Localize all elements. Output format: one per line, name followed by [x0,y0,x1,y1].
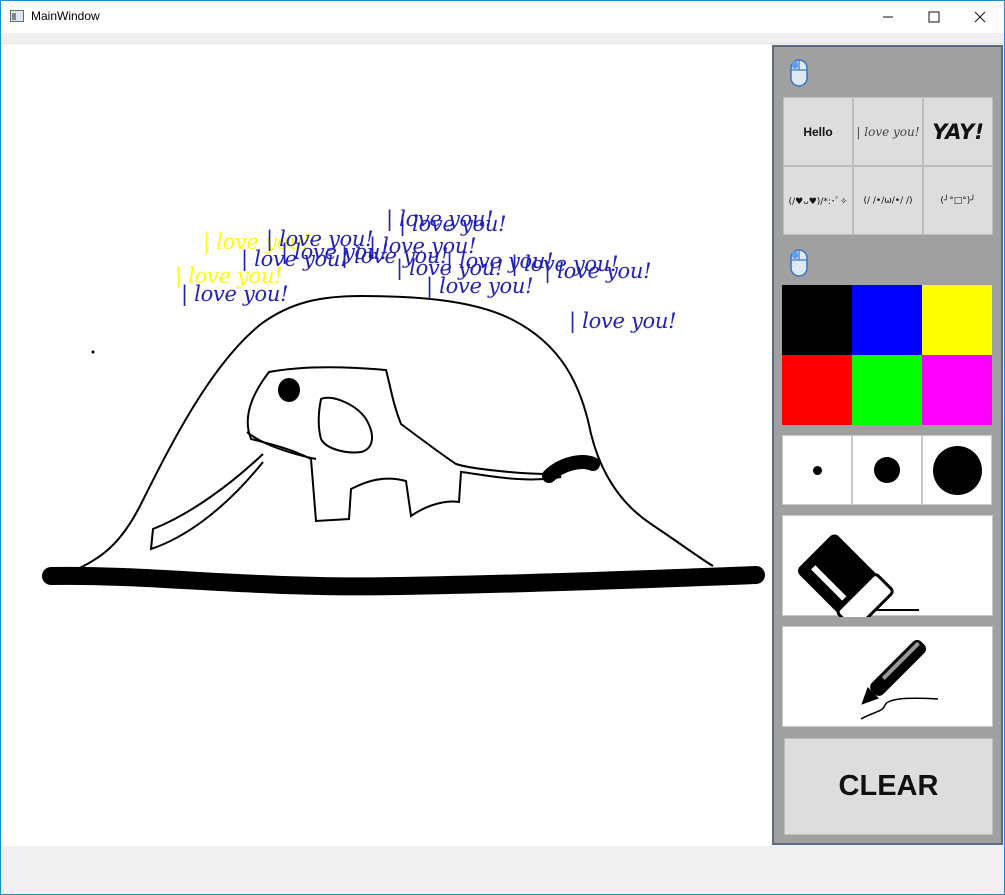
stamp-yay-button[interactable]: YAY! [923,97,993,166]
small-dot-icon [812,465,822,475]
maximize-button[interactable] [911,1,957,33]
drawing-strokes [42,294,765,596]
large-dot-icon [932,445,982,495]
canvas-text-stamp: | love you! [399,212,507,236]
stamp-label: Hello [803,124,833,139]
color-swatch-blue[interactable] [852,285,922,355]
brush-size-small-button[interactable] [782,435,852,505]
canvas-text-stamp: | love you! [181,282,289,306]
color-swatch-magenta[interactable] [922,355,992,425]
close-button[interactable] [957,1,1003,33]
mouse-icon [790,59,808,87]
pen-button[interactable] [782,626,993,727]
minimize-button[interactable] [865,1,911,33]
title-bar[interactable]: MainWindow [1,1,1004,33]
stamp-label: YAY! [932,119,984,144]
eraser-button[interactable] [782,515,993,631]
color-swatch-yellow[interactable] [922,285,992,355]
app-window-icon [10,10,24,22]
canvas-text-stamp: | love you! [569,309,677,333]
eraser-icon [797,534,919,631]
stamp-hello-button[interactable]: Hello [783,97,853,166]
color-swatch-green[interactable] [852,355,922,425]
stamp-label: (/ /•/ω/•/ /) [863,195,913,206]
color-swatch-red[interactable] [782,355,852,425]
stamp-label: | love you! [856,124,920,139]
mouse-icon [790,249,808,277]
stamp-kaomoji-3-button[interactable]: (╯°□°)╯ [923,166,993,235]
clear-button[interactable]: CLEAR [784,738,993,835]
window-title: MainWindow [31,9,100,23]
main-window: MainWindow | love you! | love you! | lov… [0,0,1005,895]
stamp-label: (/♥ᴗ♥)/*:･ﾟ✧ [788,197,848,207]
medium-dot-icon [874,457,900,483]
stamp-love-button[interactable]: | love you! [853,97,923,166]
status-bar [1,846,1004,894]
close-icon [974,11,986,23]
pen-icon [860,640,939,720]
color-swatch-black[interactable] [782,285,852,355]
stamp-label: (╯°□°)╯ [940,195,976,206]
maximize-icon [928,11,940,23]
drawing-canvas[interactable]: | love you! | love you! | love you! | lo… [1,44,772,846]
stamp-kaomoji-1-button[interactable]: (/♥ᴗ♥)/*:･ﾟ✧ [783,166,853,235]
brush-size-large-button[interactable] [922,435,992,505]
stamp-kaomoji-2-button[interactable]: (/ /•/ω/•/ /) [853,166,923,235]
tool-panel: Hello | love you! YAY! (/♥ᴗ♥)/*:･ﾟ✧ (/ /… [772,45,1003,845]
minimize-icon [883,16,893,18]
brush-size-medium-button[interactable] [852,435,922,505]
menu-strip [1,33,1004,44]
canvas-text-stamp: | love you! [544,259,652,283]
canvas-text-stamp: | love you! [426,274,534,298]
